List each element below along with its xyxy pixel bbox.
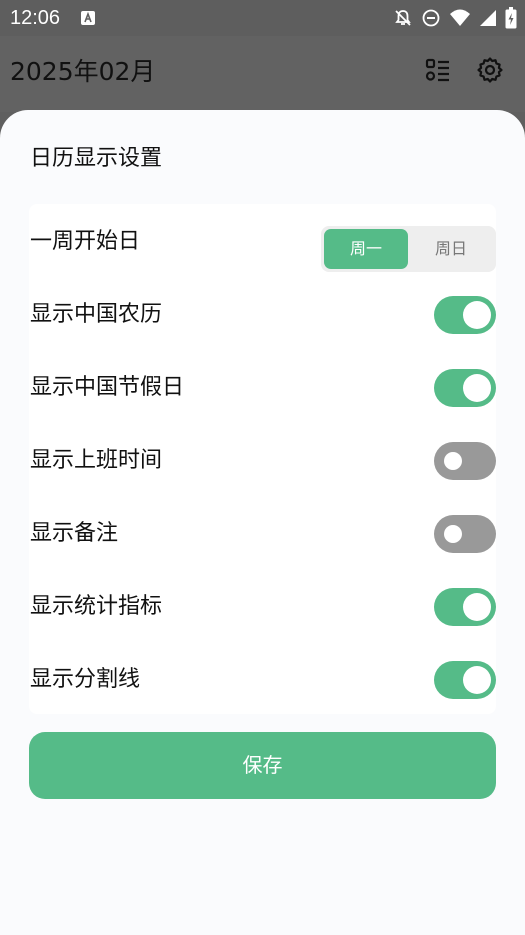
toggle-knob [444, 525, 462, 543]
toggle-row-divider-lines: 显示分割线 [29, 652, 496, 708]
week-start-segmented-control: 周一 周日 [321, 226, 496, 272]
toggle-row-notes: 显示备注 [29, 506, 496, 562]
toggle-knob [463, 593, 491, 621]
toggle-label: 显示中国农历 [30, 302, 163, 327]
status-bar: 12:06 [0, 0, 525, 36]
notifications-off-icon [395, 10, 411, 26]
wifi-icon [450, 9, 470, 26]
divider-lines-toggle[interactable] [434, 661, 496, 699]
sheet-title: 日历显示设置 [30, 146, 163, 171]
week-start-monday-option[interactable]: 周一 [324, 229, 408, 269]
week-start-sunday-option[interactable]: 周日 [409, 229, 493, 269]
notes-toggle[interactable] [434, 515, 496, 553]
status-time: 12:06 [10, 7, 61, 29]
battery-charging-icon [505, 7, 517, 29]
toggle-knob [463, 666, 491, 694]
statistics-toggle[interactable] [434, 588, 496, 626]
font-a-icon [81, 11, 95, 25]
toggle-label: 显示备注 [30, 521, 119, 546]
toggle-row-chinese-holidays: 显示中国节假日 [29, 360, 496, 416]
list-view-icon[interactable] [424, 56, 452, 84]
toggle-label: 显示统计指标 [30, 594, 163, 619]
chinese-holidays-toggle[interactable] [434, 369, 496, 407]
toggle-row-statistics: 显示统计指标 [29, 579, 496, 635]
toggle-label: 显示分割线 [30, 667, 141, 692]
toggle-row-lunar-calendar: 显示中国农历 [29, 287, 496, 343]
app-bar: 2025年02月 [0, 36, 525, 112]
toggle-row-work-hours: 显示上班时间 [29, 433, 496, 489]
save-button[interactable]: 保存 [29, 732, 496, 799]
cellular-signal-icon [480, 10, 496, 26]
week-start-row: 一周开始日 周一 周日 [29, 214, 496, 272]
do-not-disturb-icon [422, 9, 440, 27]
toggle-label: 显示中国节假日 [30, 375, 185, 400]
month-title[interactable]: 2025年02月 [10, 56, 155, 88]
gear-icon[interactable] [476, 56, 504, 84]
toggle-knob [463, 301, 491, 329]
week-start-label: 一周开始日 [30, 229, 141, 254]
calendar-display-settings-sheet: 日历显示设置 一周开始日 周一 周日 显示中国农历 显示中国节假日 显示上班时间… [0, 110, 525, 935]
toggle-knob [463, 374, 491, 402]
toggle-label: 显示上班时间 [30, 448, 163, 473]
work-hours-toggle[interactable] [434, 442, 496, 480]
settings-card: 一周开始日 周一 周日 显示中国农历 显示中国节假日 显示上班时间 显示备注 显… [29, 204, 496, 714]
lunar-calendar-toggle[interactable] [434, 296, 496, 334]
status-icons [393, 7, 517, 29]
toggle-knob [444, 452, 462, 470]
